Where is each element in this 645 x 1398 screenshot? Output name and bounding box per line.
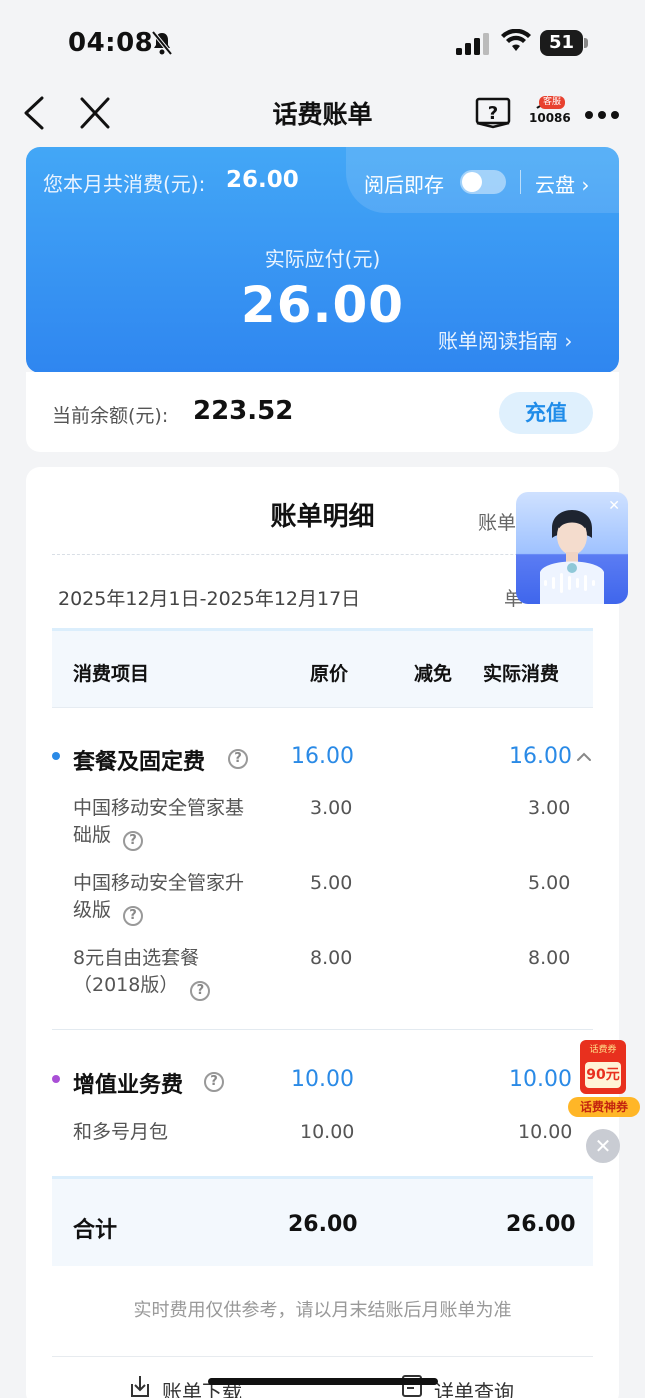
help-circle-icon[interactable]: ? (123, 831, 144, 851)
item-original: 8.00 (310, 947, 353, 969)
battery-icon: 51 (540, 30, 588, 56)
section-original: 10.00 (291, 1067, 354, 1092)
help-circle-icon[interactable]: ? (228, 749, 248, 769)
section-actual: 10.00 (509, 1067, 572, 1092)
detail-side-label[interactable]: 账单 (478, 508, 516, 535)
download-icon[interactable] (128, 1374, 152, 1398)
item-original: 5.00 (310, 872, 353, 894)
column-actual: 实际消费 (483, 663, 560, 685)
help-circle-icon[interactable]: ? (123, 906, 144, 926)
help-circle-icon[interactable]: ? (190, 981, 211, 1001)
total-label: 合计 (73, 1218, 118, 1243)
item-original: 3.00 (310, 797, 353, 819)
close-icon[interactable]: ✕ (608, 498, 620, 514)
cloud-link[interactable]: 云盘 › (535, 169, 589, 198)
section-dot (52, 752, 60, 760)
actual-payable-label: 实际应付(元) (264, 247, 381, 271)
item-actual: 3.00 (528, 797, 571, 819)
balance-value: 223.52 (193, 396, 294, 426)
help-circle-icon[interactable]: ? (204, 1072, 224, 1092)
signal-icon (456, 33, 489, 55)
total-actual: 26.00 (506, 1212, 576, 1237)
service-badge: 客服 (539, 96, 565, 109)
divider (520, 170, 521, 194)
column-original: 原价 (310, 663, 349, 685)
coupon-amount: 90元 (585, 1062, 621, 1088)
item-name: 8元自由选套餐 （2018版） ? (73, 945, 211, 1001)
row-divider (52, 1029, 593, 1030)
save-after-read-label: 阅后即存 (364, 173, 444, 197)
divider (52, 1356, 593, 1357)
chevron-up-icon[interactable] (576, 752, 592, 762)
item-actual: 8.00 (528, 947, 571, 969)
home-indicator (208, 1378, 438, 1385)
coupon-label: 话费神券 (568, 1097, 640, 1117)
customer-service-button[interactable]: 客服 10086 (528, 96, 571, 130)
total-original: 26.00 (288, 1212, 358, 1237)
item-name: 和多号月包 (73, 1121, 169, 1143)
item-name: 中国移动安全管家基 础版 ? (73, 795, 244, 851)
item-actual: 10.00 (518, 1121, 573, 1143)
more-icon[interactable] (584, 110, 620, 120)
bell-muted-icon (151, 30, 173, 56)
section-actual: 16.00 (509, 744, 572, 769)
section-value-added: 增值业务费 (73, 1073, 184, 1098)
assistant-avatar-widget[interactable]: ✕ (516, 492, 628, 604)
column-discount: 减免 (414, 663, 453, 685)
status-time: 04:08 (68, 28, 154, 58)
coupon-top-text: 话费券 (589, 1045, 617, 1055)
close-float-button[interactable]: ✕ (586, 1129, 620, 1163)
save-toggle[interactable] (460, 170, 506, 194)
topup-button[interactable]: 充值 (499, 392, 593, 434)
bill-guide-link[interactable]: 账单阅读指南 › (438, 325, 572, 354)
voice-wave-icon (544, 573, 595, 593)
month-consumption-value: 26.00 (226, 167, 299, 193)
coupon-widget[interactable]: 话费券 90元 话费神券 (568, 1040, 640, 1120)
service-number: 10086 (529, 111, 571, 125)
month-consumption-label: 您本月共消费(元): (43, 172, 206, 196)
help-book-icon[interactable]: ? (475, 97, 511, 129)
disclaimer-note: 实时费用仅供参考，请以月末结账后月账单为准 (133, 1300, 512, 1321)
item-actual: 5.00 (528, 872, 571, 894)
balance-label: 当前余额(元): (52, 405, 169, 427)
section-package-fee: 套餐及固定费 (73, 750, 206, 775)
section-original: 16.00 (291, 744, 354, 769)
chevron-right-icon: › (558, 329, 573, 353)
column-item: 消费项目 (73, 663, 150, 685)
bill-period: 2025年12月1日-2025年12月17日 (58, 588, 361, 610)
section-dot (52, 1075, 60, 1083)
dashed-divider (52, 554, 593, 555)
svg-text:?: ? (488, 103, 498, 124)
item-original: 10.00 (300, 1121, 355, 1143)
detail-query-link[interactable]: 详单查询 (434, 1376, 514, 1398)
wifi-icon (501, 29, 531, 51)
item-name: 中国移动安全管家升 级版 ? (73, 870, 244, 926)
chevron-right-icon: › (575, 173, 590, 197)
